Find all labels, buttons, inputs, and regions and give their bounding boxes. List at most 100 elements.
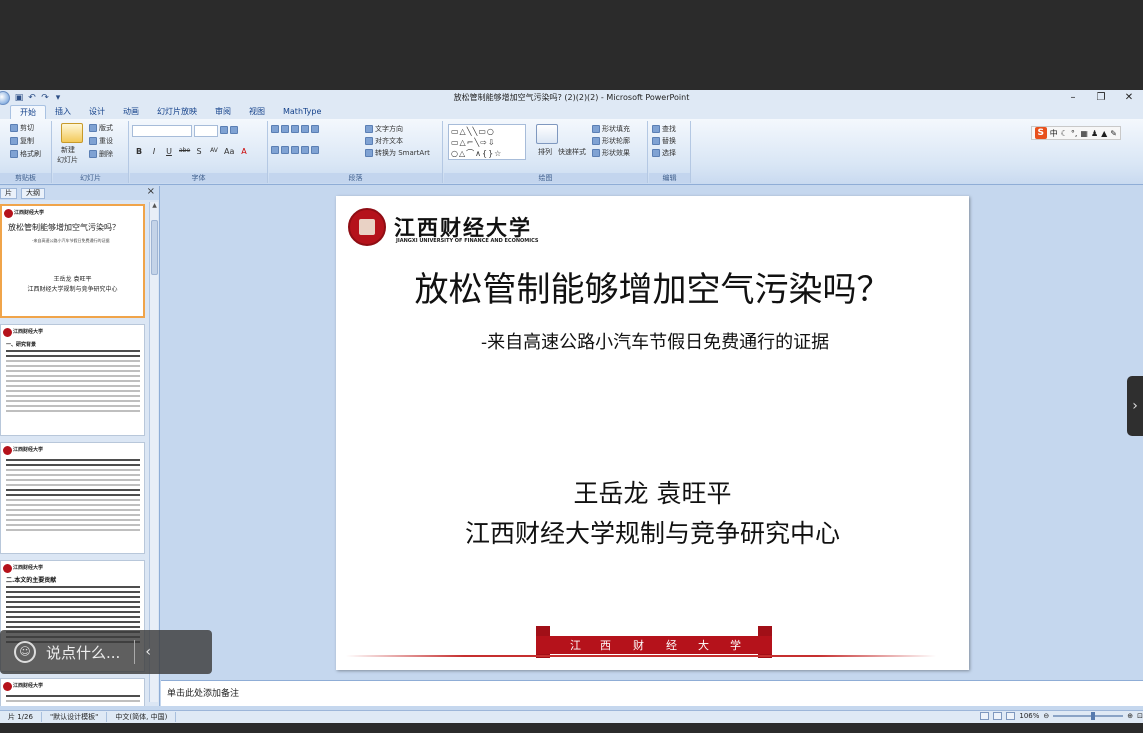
undo-icon[interactable]: ↶ [27, 93, 37, 103]
font-family-select[interactable] [132, 125, 192, 137]
scroll-up-icon[interactable]: ▲ [150, 202, 159, 211]
shape-fill-icon [592, 125, 600, 133]
slide-thumbnail-3[interactable]: 江西财经大学 [0, 442, 145, 554]
arrange-icon[interactable] [536, 124, 558, 144]
reset-icon [89, 137, 97, 145]
shirt-icon[interactable]: ▲ [1101, 129, 1107, 138]
tab-home[interactable]: 开始 [10, 105, 46, 119]
shapes-gallery[interactable]: ▭△╲╲▭○ ▭△⌐╲⇨⇩ ○△⌒∧{}☆ [448, 124, 526, 160]
bold-button[interactable]: B [134, 147, 144, 156]
zoom-out-icon[interactable]: ⊖ [1043, 712, 1049, 720]
thumb-text-lines: 一、研究背景 [6, 341, 140, 415]
next-page-icon[interactable]: › [1127, 376, 1143, 436]
zoom-slider[interactable] [1053, 712, 1124, 720]
customize-qat-icon[interactable]: ▾ [53, 93, 63, 103]
ribbon: 剪切 复制 格式刷 剪贴板 新建 幻灯片 版式 重设 删除 幻灯片 B I U … [0, 119, 1143, 185]
slide-thumbnail-2[interactable]: 江西财经大学 一、研究背景 [0, 324, 145, 436]
new-slide-icon[interactable] [61, 123, 83, 143]
keyboard-icon[interactable]: ▦ [1080, 129, 1088, 138]
layout-button[interactable]: 版式 [89, 123, 113, 133]
panel-tabs: 片 大纲 × [0, 186, 159, 200]
slide-subtitle[interactable]: -来自高速公路小汽车节假日免费通行的证据 [481, 328, 829, 354]
tab-slides[interactable]: 片 [0, 187, 17, 199]
tab-outline[interactable]: 大纲 [21, 187, 45, 199]
font-color-button[interactable]: A [239, 147, 249, 156]
find-button[interactable]: 查找 [652, 124, 676, 134]
scroll-thumb[interactable] [151, 220, 158, 275]
new-slide-label-2[interactable]: 幻灯片 [57, 155, 78, 165]
zoom-in-icon[interactable]: ⊕ [1127, 712, 1133, 720]
user-icon[interactable]: ♟ [1091, 129, 1098, 138]
wrench-icon[interactable]: ✎ [1110, 129, 1117, 138]
ime-mode[interactable]: 中 [1050, 128, 1058, 139]
close-panel-button[interactable]: × [147, 186, 155, 197]
smartart-button[interactable]: 转换为 SmartArt [365, 148, 430, 158]
replace-button[interactable]: 替换 [652, 136, 676, 146]
tab-review[interactable]: 审阅 [206, 105, 240, 119]
bottom-black-area [0, 723, 1143, 733]
quick-access-toolbar: ▣ ↶ ↷ ▾ [14, 93, 63, 103]
delete-button[interactable]: 删除 [89, 149, 113, 159]
new-slide-label[interactable]: 新建 [61, 145, 75, 155]
slide-thumbnail-1[interactable]: 江西财经大学 放松管制能够增加空气污染吗？ -来自高速公路小汽车节假日免费通行的… [0, 204, 145, 318]
slide-title[interactable]: 放松管制能够增加空气污染吗？ [336, 262, 969, 311]
slide-authors[interactable]: 王岳龙 袁旺平 [336, 474, 969, 510]
list-buttons[interactable] [271, 125, 319, 133]
thumbnail-scrollbar[interactable]: ▲ [149, 202, 158, 702]
shape-fill-button[interactable]: 形状填充 [592, 124, 630, 134]
reset-button[interactable]: 重设 [89, 136, 113, 146]
fit-to-window-icon[interactable]: ⊡ [1137, 712, 1143, 720]
slide-sorter-icon[interactable] [993, 712, 1003, 720]
collapse-icon[interactable]: ‹ [145, 644, 151, 660]
quick-styles-label[interactable]: 快速样式 [558, 147, 586, 157]
grow-font-button[interactable] [220, 126, 238, 134]
tab-design[interactable]: 设计 [80, 105, 114, 119]
italic-button[interactable]: I [149, 147, 159, 156]
align-buttons[interactable] [271, 146, 319, 154]
moon-icon[interactable]: ☾ [1061, 129, 1068, 138]
notes-pane[interactable]: 单击此处添加备注 [161, 680, 1143, 706]
banner-char-6: 学 [730, 639, 741, 652]
arrange-label[interactable]: 排列 [538, 147, 552, 157]
shape-effects-button[interactable]: 形状效果 [592, 148, 630, 158]
text-direction-button[interactable]: 文字方向 [365, 124, 403, 134]
tab-animation[interactable]: 动画 [114, 105, 148, 119]
ime-toolbar[interactable]: S 中 ☾ °, ▦ ♟ ▲ ✎ [1030, 126, 1121, 140]
underline-button[interactable]: U [164, 147, 174, 156]
punctuation-icon[interactable]: °, [1071, 129, 1078, 138]
spacing-button[interactable]: AV [209, 147, 219, 156]
office-button[interactable] [0, 90, 10, 105]
comment-input-hint[interactable]: 说点什么... [46, 642, 120, 663]
zoom-level[interactable]: 106% [1019, 712, 1039, 720]
format-painter-button[interactable]: 格式刷 [10, 149, 41, 159]
restore-button[interactable]: ❐ [1087, 90, 1115, 105]
close-button[interactable]: ✕ [1115, 90, 1143, 105]
change-case-button[interactable]: Aa [224, 147, 234, 156]
window-title: 放松管制能够增加空气污染吗? (2)(2)(2) - Microsoft Pow… [453, 93, 690, 102]
format-painter-icon [10, 150, 18, 158]
current-slide[interactable]: 江 西 财 经 大 学 JIANGXI UNIVERSITY OF FINANCE AND… [336, 196, 969, 670]
tab-mathtype[interactable]: MathType [274, 105, 330, 119]
zoom-knob[interactable] [1091, 712, 1096, 720]
slide-institution[interactable]: 江西财经大学规制与竞争研究中心 [336, 514, 969, 550]
tab-view[interactable]: 视图 [240, 105, 274, 119]
comment-overlay[interactable]: ☺ 说点什么... ‹ [0, 630, 212, 674]
normal-view-icon[interactable] [980, 712, 990, 720]
redo-icon[interactable]: ↷ [40, 93, 50, 103]
align-text-button[interactable]: 对齐文本 [365, 136, 403, 146]
slideshow-view-icon[interactable] [1006, 712, 1016, 720]
slide-counter: 片 1/26 [0, 712, 42, 722]
shape-outline-button[interactable]: 形状轮廓 [592, 136, 630, 146]
notes-placeholder: 单击此处添加备注 [167, 689, 240, 699]
tab-slideshow[interactable]: 幻灯片放映 [148, 105, 206, 119]
slide-thumbnail-5[interactable]: 江西财经大学 [0, 678, 145, 706]
strikethrough-button[interactable]: abe [179, 147, 190, 156]
minimize-button[interactable]: – [1059, 90, 1087, 105]
copy-button[interactable]: 复制 [10, 136, 34, 146]
shadow-button[interactable]: S [194, 147, 204, 156]
save-icon[interactable]: ▣ [14, 93, 24, 103]
select-button[interactable]: 选择 [652, 148, 676, 158]
font-size-select[interactable] [194, 125, 218, 137]
cut-button[interactable]: 剪切 [10, 123, 34, 133]
tab-insert[interactable]: 插入 [46, 105, 80, 119]
